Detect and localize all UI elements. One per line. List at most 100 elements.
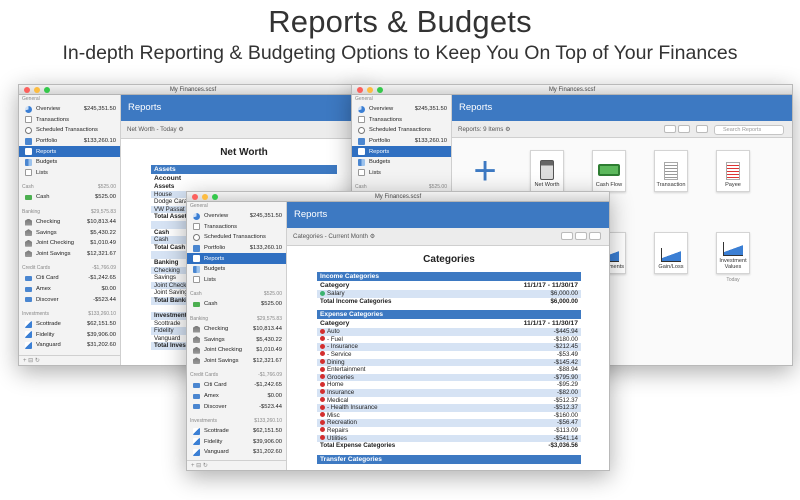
section-general: General <box>22 96 40 102</box>
sidebar-item-joint-savings[interactable]: Joint Savings $12,321.67 <box>19 249 120 260</box>
sidebar-item-overview[interactable]: Overview $245,351.50 <box>19 104 120 115</box>
export-button[interactable] <box>589 232 601 241</box>
sidebar-footer[interactable]: + ⊟ ↻ <box>187 460 286 470</box>
sidebar-item-value: $12,321.67 <box>86 250 116 257</box>
category-row: Dining -$145.42 <box>317 358 581 367</box>
report-tile-investment-values[interactable]: Investment Values Today <box>702 232 764 314</box>
card-icon <box>193 404 200 410</box>
sidebar-item-cash[interactable]: Cash $525.00 <box>19 192 120 203</box>
sidebar-item-scheduled-transactions[interactable]: Scheduled Transactions <box>352 125 451 136</box>
sidebar-item-lists[interactable]: Lists <box>187 275 286 286</box>
sidebar-item-amex[interactable]: Amex $0.00 <box>19 284 120 295</box>
sidebar-item-budgets[interactable]: Budgets <box>187 264 286 275</box>
print-button[interactable] <box>575 232 587 241</box>
sidebar-item-label: Overview <box>369 106 394 113</box>
add-report-icon[interactable]: + <box>454 150 516 195</box>
card-icon <box>25 286 32 292</box>
expense-section-header: Expense Categories <box>317 310 581 320</box>
sidebar-item-checking[interactable]: Checking $10,813.44 <box>187 324 286 335</box>
toolbar-buttons <box>559 228 601 246</box>
sidebar-item-vanguard[interactable]: Vanguard $31,202.60 <box>19 340 120 351</box>
sidebar-item-savings[interactable]: Savings $5,430.22 <box>187 334 286 345</box>
sidebar-item-value: $1,010.49 <box>90 240 116 247</box>
sidebar-item-value: $12,321.67 <box>252 357 282 364</box>
title-bar: My Finances.scsf <box>19 85 367 95</box>
inv-icon <box>25 341 32 349</box>
refresh-button[interactable] <box>561 232 573 241</box>
category-row: Home -$95.29 <box>317 381 581 389</box>
section-general: General <box>190 203 208 209</box>
sidebar-item-reports[interactable]: Reports <box>352 146 451 157</box>
sidebar-item-joint-checking[interactable]: Joint Checking $1,010.49 <box>19 238 120 249</box>
bank-icon <box>25 229 32 237</box>
sidebar-item-discover[interactable]: Discover -$523.44 <box>187 401 286 412</box>
sidebar-item-label: Budgets <box>369 159 391 166</box>
income-section-header: Income Categories <box>317 272 581 281</box>
sidebar-footer[interactable]: + ⊟ ↻ <box>19 355 120 365</box>
remove-report-button[interactable] <box>678 125 690 134</box>
sidebar-item-label: Citi Card <box>204 382 227 389</box>
sidebar-item-lists[interactable]: Lists <box>352 168 451 179</box>
report-tile-transaction[interactable]: Transaction <box>640 150 702 232</box>
sidebar-item-checking[interactable]: Checking $10,813.44 <box>19 217 120 228</box>
sidebar-item-transactions[interactable]: Transactions <box>19 115 120 126</box>
sidebar-item-overview[interactable]: Overview $245,351.50 <box>352 104 451 115</box>
sidebar-item-label: Amex <box>204 393 219 400</box>
sidebar-item-label: Savings <box>36 229 57 236</box>
sidebar-item-label: Portfolio <box>204 245 226 252</box>
gear-icon[interactable]: ⚙ <box>370 233 376 240</box>
sidebar-item-label: Joint Savings <box>204 357 239 364</box>
sidebar-item-savings[interactable]: Savings $5,430.22 <box>19 227 120 238</box>
sidebar-item-fidelity[interactable]: Fidelity $39,906.00 <box>187 437 286 448</box>
report-selector[interactable]: Net Worth - Today <box>127 126 177 133</box>
view-mode-button[interactable] <box>696 125 708 134</box>
sidebar-item-reports[interactable]: Reports <box>19 146 120 157</box>
search-input[interactable]: Search Reports <box>714 125 784 135</box>
sidebar-item-joint-savings[interactable]: Joint Savings $12,321.67 <box>187 356 286 367</box>
inv-icon <box>193 438 200 446</box>
page-header: Reports <box>287 202 609 228</box>
sidebar-item-discover[interactable]: Discover -$523.44 <box>19 294 120 305</box>
gear-icon[interactable]: ⚙ <box>178 126 184 133</box>
sidebar-item-fidelity[interactable]: Fidelity $39,906.00 <box>19 330 120 341</box>
sidebar-item-lists[interactable]: Lists <box>19 168 120 179</box>
gear-icon[interactable]: ⚙ <box>505 126 511 133</box>
list-icon <box>358 169 365 177</box>
sidebar-item-value: $133,260.10 <box>83 138 116 145</box>
sidebar-item-reports[interactable]: Reports <box>187 253 286 264</box>
status-dot-icon <box>320 328 325 334</box>
sidebar-item-portfolio[interactable]: Portfolio $133,260.10 <box>352 136 451 147</box>
sidebar-item-label: Joint Checking <box>204 347 243 354</box>
sidebar-item-overview[interactable]: Overview $245,351.50 <box>187 211 286 222</box>
add-report-button[interactable] <box>664 125 676 134</box>
list-icon <box>25 116 32 124</box>
sidebar-item-value: $5,430.22 <box>256 336 282 343</box>
report-tile-payee[interactable]: Payee <box>702 150 764 232</box>
sidebar-item-cash[interactable]: Cash $525.00 <box>187 299 286 310</box>
sidebar-item-label: Portfolio <box>36 138 58 145</box>
sidebar-item-citi-card[interactable]: Citi Card -$1,242.65 <box>187 380 286 391</box>
sidebar-item-transactions[interactable]: Transactions <box>352 115 451 126</box>
sidebar-item-citi-card[interactable]: Citi Card -$1,242.65 <box>19 273 120 284</box>
sidebar-item-amex[interactable]: Amex $0.00 <box>187 391 286 402</box>
report-selector[interactable]: Categories - Current Month <box>293 233 368 240</box>
status-dot-icon <box>320 412 325 418</box>
sidebar-item-scheduled-transactions[interactable]: Scheduled Transactions <box>187 232 286 243</box>
sidebar-item-portfolio[interactable]: Portfolio $133,260.10 <box>187 243 286 254</box>
sidebar-item-portfolio[interactable]: Portfolio $133,260.10 <box>19 136 120 147</box>
pie-icon <box>358 105 365 113</box>
sidebar-item-joint-checking[interactable]: Joint Checking $1,010.49 <box>187 345 286 356</box>
sidebar-item-scheduled-transactions[interactable]: Scheduled Transactions <box>19 125 120 136</box>
sidebar-item-scottrade[interactable]: Scottrade $62,151.50 <box>19 319 120 330</box>
status-dot-icon <box>320 366 325 372</box>
sidebar-item-value: $39,906.00 <box>86 331 116 338</box>
sidebar-item-vanguard[interactable]: Vanguard $31,202.60 <box>187 447 286 458</box>
report-tile-gain-loss[interactable]: Gain/Loss <box>640 232 702 314</box>
sidebar-item-budgets[interactable]: Budgets <box>19 157 120 168</box>
sidebar-item-scottrade[interactable]: Scottrade $62,151.50 <box>187 426 286 437</box>
sidebar-item-budgets[interactable]: Budgets <box>352 157 451 168</box>
sidebar-item-transactions[interactable]: Transactions <box>187 222 286 233</box>
bud-icon <box>358 158 365 166</box>
income-total-row: Total Income Categories $6,000.00 <box>320 297 578 305</box>
category-row: Entertainment -$88.94 <box>317 366 581 374</box>
